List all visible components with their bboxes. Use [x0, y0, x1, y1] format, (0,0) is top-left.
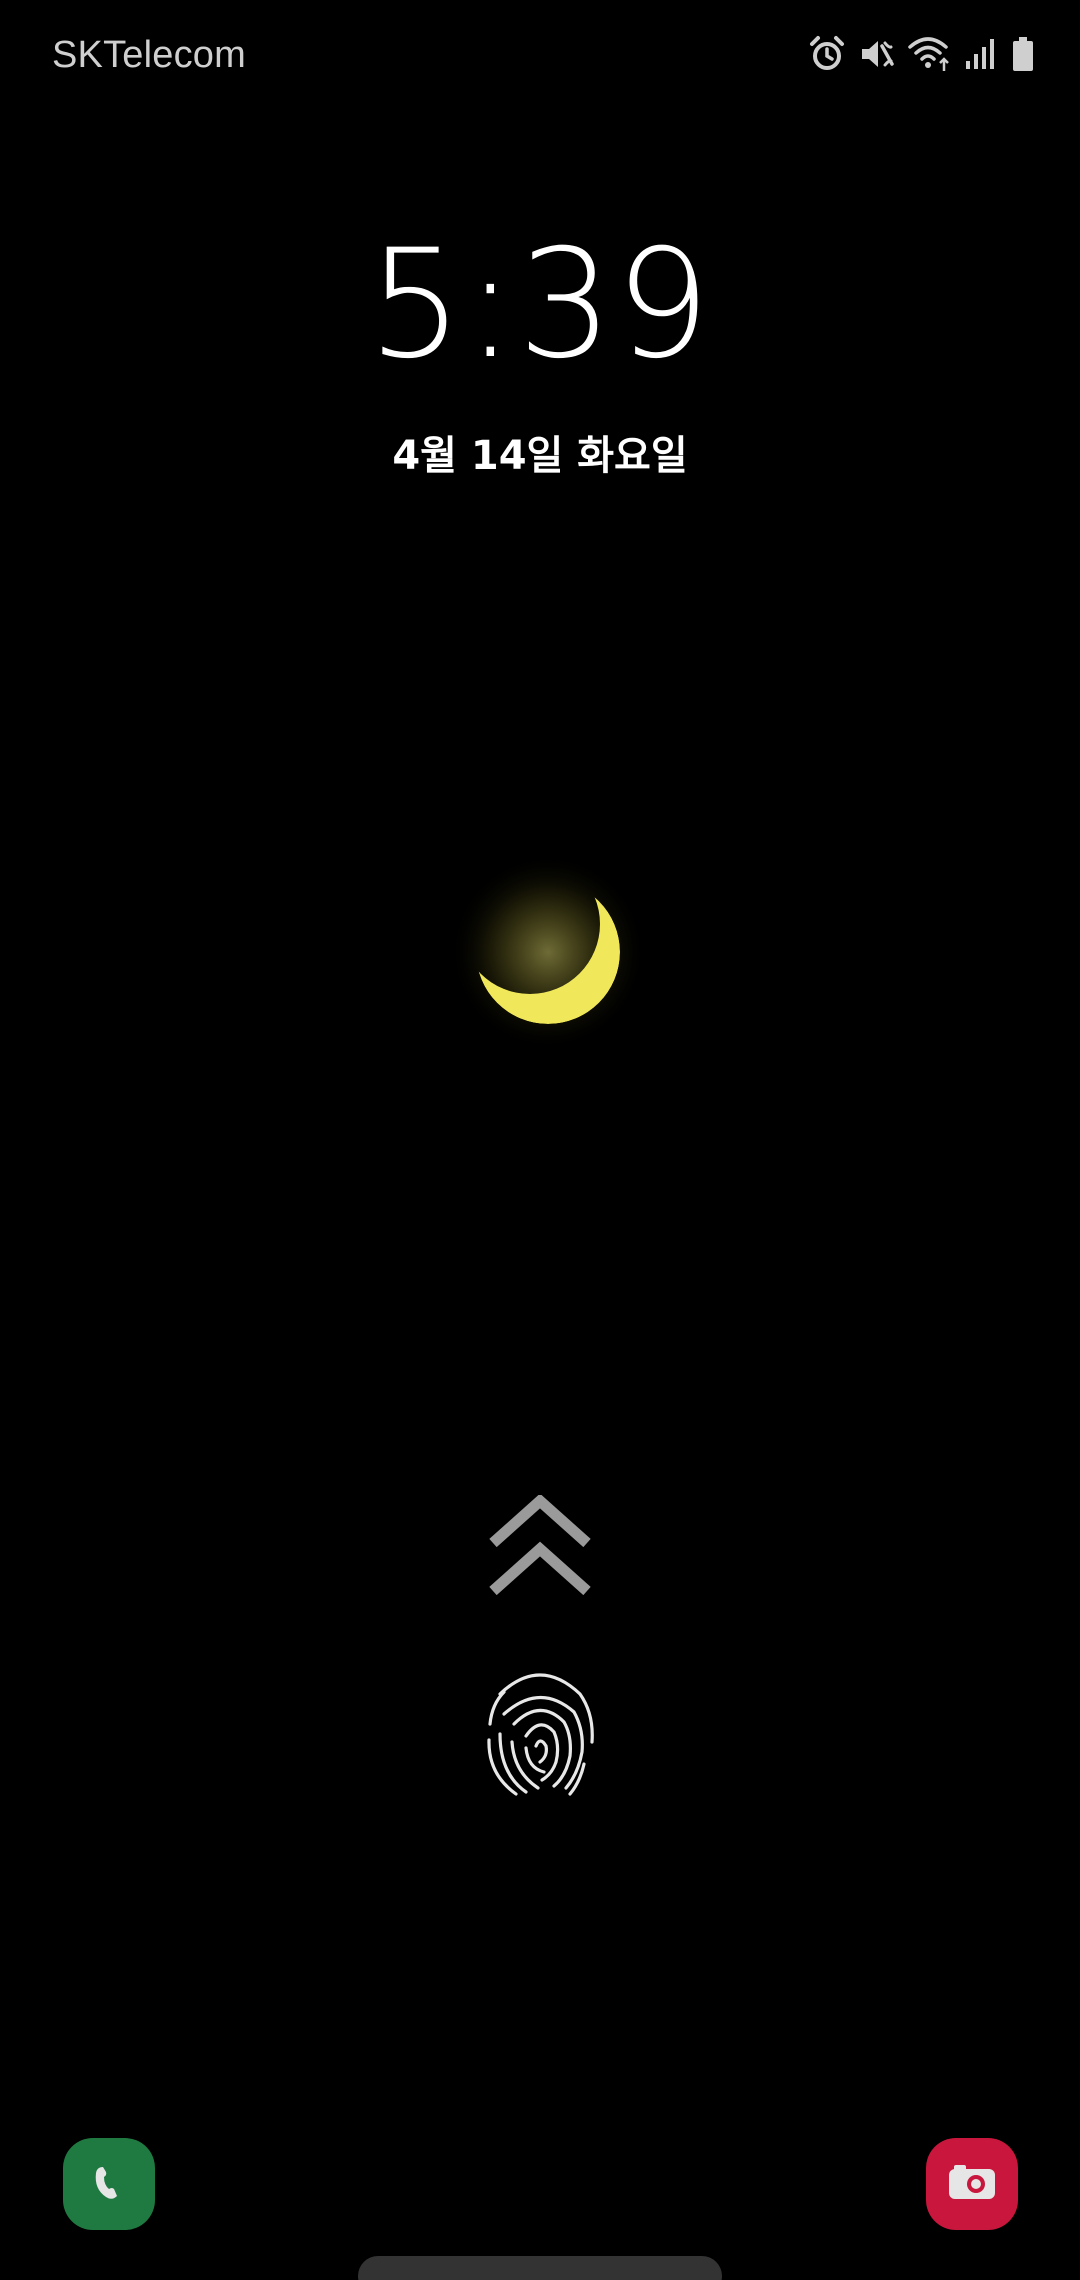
- status-bar: SKTelecom: [0, 0, 1080, 110]
- phone-icon: [86, 2159, 132, 2209]
- carrier-name: SKTelecom: [52, 34, 246, 76]
- battery-icon: [1010, 35, 1036, 73]
- mute-icon: [858, 35, 896, 73]
- lock-screen: SKTelecom 5:39 4월 14일 화요일: [0, 0, 1080, 2280]
- lock-clock: 5:39: [367, 218, 713, 392]
- signal-icon: [964, 35, 998, 73]
- lock-date: 4월 14일 화요일: [392, 433, 688, 479]
- wifi-icon: [908, 35, 952, 73]
- phone-shortcut-button[interactable]: [63, 2138, 155, 2230]
- alarm-icon: [808, 35, 846, 73]
- status-icons: [808, 34, 1036, 74]
- fingerprint-icon[interactable]: [482, 1664, 598, 1800]
- double-chevron-up-icon[interactable]: [485, 1493, 595, 1605]
- crescent-moon-wallpaper: [448, 852, 648, 1052]
- camera-icon: [946, 2159, 998, 2209]
- navigation-handle[interactable]: [358, 2256, 722, 2280]
- camera-shortcut-button[interactable]: [926, 2138, 1018, 2230]
